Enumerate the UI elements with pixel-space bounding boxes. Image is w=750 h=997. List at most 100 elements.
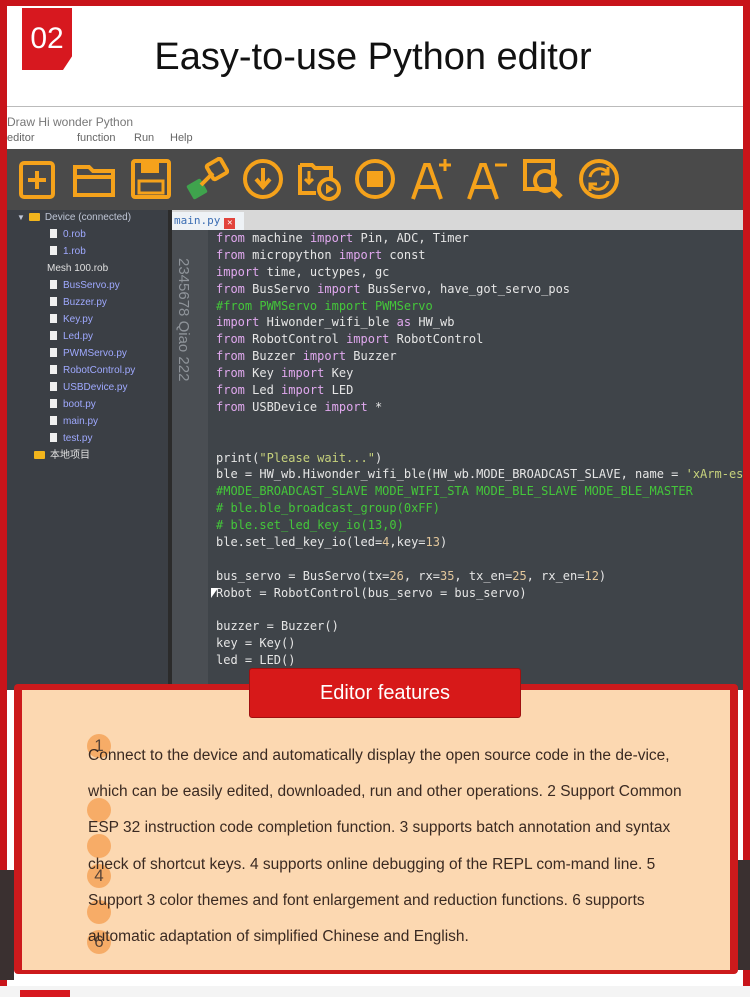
code-token: 12 [584, 568, 599, 583]
code-token: from [216, 332, 245, 347]
code-line[interactable]: print("Please wait...") [216, 450, 743, 467]
tree-file[interactable]: test.py [50, 431, 92, 447]
refresh-icon [579, 159, 619, 199]
tree-file[interactable]: BusServo.py [50, 278, 120, 294]
code-token: const [382, 247, 426, 262]
code-line[interactable]: ble.set_led_key_io(led=4,key=13) [216, 534, 743, 551]
code-line[interactable]: # ble.set_led_key_io(13,0) [216, 517, 743, 534]
folder-icon [34, 451, 45, 459]
code-token: from [216, 366, 245, 381]
tree-root-local[interactable]: 本地项目 [34, 448, 90, 464]
code-token: from [216, 399, 245, 414]
code-token: micropython [244, 247, 339, 262]
code-line[interactable]: bus_servo = BusServo(tx=26, rx=35, tx_en… [216, 568, 743, 585]
menu-run[interactable]: Run [134, 132, 154, 144]
save-button[interactable] [129, 157, 173, 201]
code-token: Key [244, 366, 282, 381]
code-token: 'xArm-esp32' [685, 467, 743, 482]
next-badge [20, 990, 70, 997]
tree-file[interactable]: Key.py [50, 312, 93, 328]
code-line[interactable]: import time, uctypes, gc [216, 264, 743, 281]
code-token: Key [324, 366, 354, 381]
code-token: from [216, 349, 245, 364]
code-line[interactable]: #MODE_BROADCAST_SLAVE MODE_WIFI_STA MODE… [216, 483, 743, 500]
toolbar [7, 149, 743, 210]
tree-root-device[interactable]: ▼ Device (connected) [17, 210, 131, 226]
menu-editor[interactable]: editor [7, 132, 35, 144]
file-tree: ▼ Device (connected) 0.rob 1.rob Mesh 100… [7, 210, 168, 690]
search-icon [523, 159, 563, 199]
code-line[interactable]: from Key import Key [216, 365, 743, 382]
menu-help[interactable]: Help [170, 132, 193, 144]
code-editor[interactable]: main.py ✕ 2345678 Qiao 222 from machine i… [172, 210, 743, 690]
download-run-button[interactable] [297, 157, 341, 201]
code-token: import [216, 315, 260, 330]
code-line[interactable]: led = LED() [216, 652, 743, 669]
new-file-button[interactable] [17, 157, 61, 201]
connect-icon [186, 157, 229, 200]
code-token: buzzer = Buzzer() [216, 619, 339, 634]
tree-file[interactable]: RobotControl.py [50, 363, 135, 379]
code-line[interactable]: key = Key() [216, 635, 743, 652]
tree-file[interactable]: Buzzer.py [50, 295, 107, 311]
code-line[interactable] [216, 551, 743, 568]
code-line[interactable]: Robot = RobotControl(bus_servo = bus_ser… [216, 585, 743, 602]
code-token: LED [324, 383, 354, 398]
code-line[interactable]: # ble.ble_broadcast_group(0xFF) [216, 500, 743, 517]
search-button[interactable] [521, 157, 565, 201]
code-line[interactable]: from RobotControl import RobotControl [216, 331, 743, 348]
code-area[interactable]: from machine import Pin, ADC, Timer from … [216, 230, 743, 669]
code-token: import [281, 383, 325, 398]
tree-file[interactable]: 0.rob [50, 227, 86, 243]
tree-file[interactable]: Led.py [50, 329, 93, 345]
frame-top [0, 0, 750, 6]
menu-function[interactable]: function [77, 132, 116, 144]
close-icon[interactable]: ✕ [224, 218, 236, 229]
font-decrease-button[interactable] [465, 157, 509, 201]
code-line[interactable] [216, 416, 743, 433]
tab-main-py[interactable]: main.py ✕ [172, 212, 244, 230]
file-icon [50, 297, 57, 306]
folder-icon [28, 213, 40, 221]
tree-file[interactable]: PWMServo.py [50, 346, 127, 362]
tree-file[interactable]: 1.rob [50, 244, 86, 260]
code-token: led = LED() [216, 653, 296, 668]
code-line[interactable]: ble = HW_wb.Hiwonder_wifi_ble(HW_wb.MODE… [216, 466, 743, 483]
code-line[interactable]: from machine import Pin, ADC, Timer [216, 230, 743, 247]
file-icon [50, 433, 57, 442]
code-line[interactable]: from Buzzer import Buzzer [216, 348, 743, 365]
tree-file[interactable]: boot.py [50, 397, 96, 413]
code-line[interactable]: #from PWMServo import PWMServo [216, 298, 743, 315]
code-line[interactable]: from BusServo import BusServo, have_got_… [216, 281, 743, 298]
file-icon [50, 314, 57, 323]
window-title: Draw Hi wonder Python [7, 115, 134, 129]
code-token: import [302, 349, 347, 364]
code-line[interactable] [216, 433, 743, 450]
open-button[interactable] [72, 157, 116, 201]
code-line[interactable]: from USBDevice import * [216, 399, 743, 416]
code-line[interactable]: buzzer = Buzzer() [216, 618, 743, 635]
file-icon [50, 399, 57, 408]
font-increase-button[interactable] [409, 157, 453, 201]
code-token: # ble.set_led_key_io(13,0) [216, 518, 404, 533]
code-token: import [346, 332, 390, 347]
code-line[interactable]: from micropython import const [216, 247, 743, 264]
code-token: import [324, 399, 368, 414]
code-line[interactable]: import Hiwonder_wifi_ble as HW_wb [216, 314, 743, 331]
code-token: 25 [512, 568, 527, 583]
code-token: ) [439, 535, 448, 550]
stop-button[interactable] [353, 157, 397, 201]
code-token: key = Key() [216, 636, 296, 651]
connect-button[interactable] [185, 157, 229, 201]
download-button[interactable] [241, 157, 285, 201]
tree-file[interactable]: USBDevice.py [50, 380, 127, 396]
code-line[interactable]: from Led import LED [216, 382, 743, 399]
code-token: Robot = RobotControl(bus_servo = bus_ser… [216, 585, 527, 600]
features-title: Editor features [249, 668, 521, 718]
code-line[interactable] [216, 602, 743, 619]
code-token: RobotControl [389, 332, 484, 347]
tree-file[interactable]: Mesh 100.rob [47, 261, 108, 277]
refresh-button[interactable] [577, 157, 621, 201]
code-token: BusServo [244, 281, 318, 296]
tree-file[interactable]: main.py [50, 414, 98, 430]
